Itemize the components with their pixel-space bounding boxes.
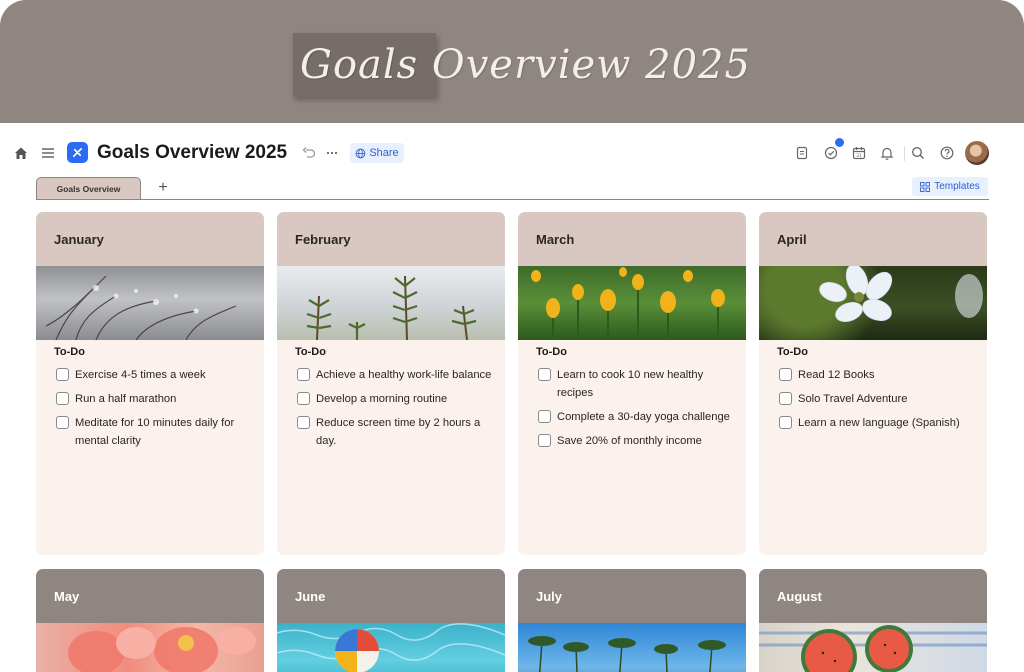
globe-icon	[355, 148, 366, 158]
month-cover-image	[277, 266, 505, 340]
home-icon[interactable]	[10, 142, 32, 164]
month-card-june: June	[277, 569, 505, 672]
month-card-january: January To-Do Exercise 4-5 times a week …	[36, 212, 264, 555]
avatar[interactable]	[965, 141, 989, 165]
todo-heading: To-Do	[54, 346, 85, 358]
month-cover-image	[518, 266, 746, 340]
month-title: July	[518, 569, 746, 623]
calendar-date-icon[interactable]: 31	[848, 142, 870, 164]
toolbar: Goals Overview 2025 Share 31	[0, 123, 1024, 181]
toolbar-divider	[904, 146, 905, 161]
undo-icon[interactable]	[298, 142, 320, 164]
todo-text: Run a half marathon	[75, 393, 177, 405]
todo-item: Achieve a healthy work-life balance	[297, 366, 495, 384]
month-card-july: July	[518, 569, 746, 672]
todo-text: Solo Travel Adventure	[798, 393, 908, 405]
todo-checkbox[interactable]	[538, 434, 551, 447]
todo-list: Read 12 Books Solo Travel Adventure Lear…	[759, 366, 987, 432]
todo-item: Meditate for 10 minutes daily for mental…	[56, 414, 254, 450]
todo-text: Develop a morning routine	[316, 393, 448, 405]
todo-item: Save 20% of monthly income	[538, 432, 736, 450]
month-card-march: March To-Do Learn to cook 10 new healthy…	[518, 212, 746, 555]
todo-item: Read 12 Books	[779, 366, 977, 384]
todo-checkbox[interactable]	[56, 368, 69, 381]
todo-item: Learn a new language (Spanish)	[779, 414, 977, 432]
tab-goals-overview[interactable]: Goals Overview	[36, 177, 141, 200]
templates-button[interactable]: Templates	[912, 177, 988, 196]
header-banner: Goals Overview 2025	[0, 0, 1024, 123]
month-title: March	[518, 212, 746, 266]
todo-text: Read 12 Books	[798, 369, 875, 381]
month-title: June	[277, 569, 505, 623]
todo-heading: To-Do	[777, 346, 808, 358]
todo-text: Learn to cook 10 new healthy recipes	[557, 369, 704, 399]
todo-heading: To-Do	[295, 346, 326, 358]
month-card-august: August	[759, 569, 987, 672]
month-title: April	[759, 212, 987, 266]
month-card-april: April To-Do Read 12 Books Solo Travel Ad…	[759, 212, 987, 555]
month-cover-image	[759, 623, 987, 672]
month-cover-image	[277, 623, 505, 672]
app-logo-icon	[67, 142, 88, 163]
todo-item: Reduce screen time by 2 hours a day.	[297, 414, 495, 450]
todo-heading: To-Do	[536, 346, 567, 358]
todo-text: Save 20% of monthly income	[557, 435, 702, 447]
todo-checkbox[interactable]	[297, 416, 310, 429]
banner-title: Goals Overview 2025	[300, 42, 751, 88]
grid-icon	[920, 181, 931, 192]
help-icon[interactable]	[936, 142, 958, 164]
todo-checkbox[interactable]	[779, 416, 792, 429]
todo-checkbox[interactable]	[779, 392, 792, 405]
todo-checkbox[interactable]	[297, 392, 310, 405]
todo-text: Learn a new language (Spanish)	[798, 417, 960, 429]
add-tab-button[interactable]: +	[154, 179, 172, 197]
more-icon[interactable]	[321, 142, 343, 164]
share-label: Share	[369, 147, 399, 159]
month-cover-image	[518, 623, 746, 672]
todo-item: Develop a morning routine	[297, 390, 495, 408]
todo-list: Exercise 4-5 times a week Run a half mar…	[36, 366, 264, 450]
todo-checkbox[interactable]	[538, 410, 551, 423]
todo-item: Complete a 30-day yoga challenge	[538, 408, 736, 426]
todo-text: Achieve a healthy work-life balance	[316, 369, 492, 381]
document-title[interactable]: Goals Overview 2025	[97, 140, 287, 166]
tasks-icon[interactable]	[820, 138, 844, 164]
menu-icon[interactable]	[37, 142, 59, 164]
month-title: January	[36, 212, 264, 266]
todo-list: Achieve a healthy work-life balance Deve…	[277, 366, 505, 450]
todo-text: Complete a 30-day yoga challenge	[557, 411, 730, 423]
bell-icon[interactable]	[876, 142, 898, 164]
tab-underline	[36, 199, 989, 200]
month-card-february: February To-Do Achieve a healthy work-li…	[277, 212, 505, 555]
todo-item: Run a half marathon	[56, 390, 254, 408]
todo-text: Reduce screen time by 2 hours a day.	[316, 417, 481, 447]
month-cover-image	[36, 623, 264, 672]
todo-text: Exercise 4-5 times a week	[75, 369, 206, 381]
todo-item: Learn to cook 10 new healthy recipes	[538, 366, 736, 402]
month-cover-image	[36, 266, 264, 340]
month-title: February	[277, 212, 505, 266]
todo-checkbox[interactable]	[56, 392, 69, 405]
todo-checkbox[interactable]	[56, 416, 69, 429]
todo-checkbox[interactable]	[779, 368, 792, 381]
notification-dot	[835, 138, 844, 147]
todo-checkbox[interactable]	[297, 368, 310, 381]
svg-text:31: 31	[856, 153, 862, 159]
todo-text: Meditate for 10 minutes daily for mental…	[75, 417, 235, 447]
month-card-may: May	[36, 569, 264, 672]
templates-label: Templates	[934, 181, 980, 192]
search-icon[interactable]	[907, 142, 929, 164]
calendar-icon[interactable]	[791, 142, 813, 164]
month-title: May	[36, 569, 264, 623]
month-cover-image	[759, 266, 987, 340]
month-title: August	[759, 569, 987, 623]
todo-item: Exercise 4-5 times a week	[56, 366, 254, 384]
todo-item: Solo Travel Adventure	[779, 390, 977, 408]
todo-checkbox[interactable]	[538, 368, 551, 381]
share-button[interactable]: Share	[350, 143, 404, 163]
todo-list: Learn to cook 10 new healthy recipes Com…	[518, 366, 746, 450]
